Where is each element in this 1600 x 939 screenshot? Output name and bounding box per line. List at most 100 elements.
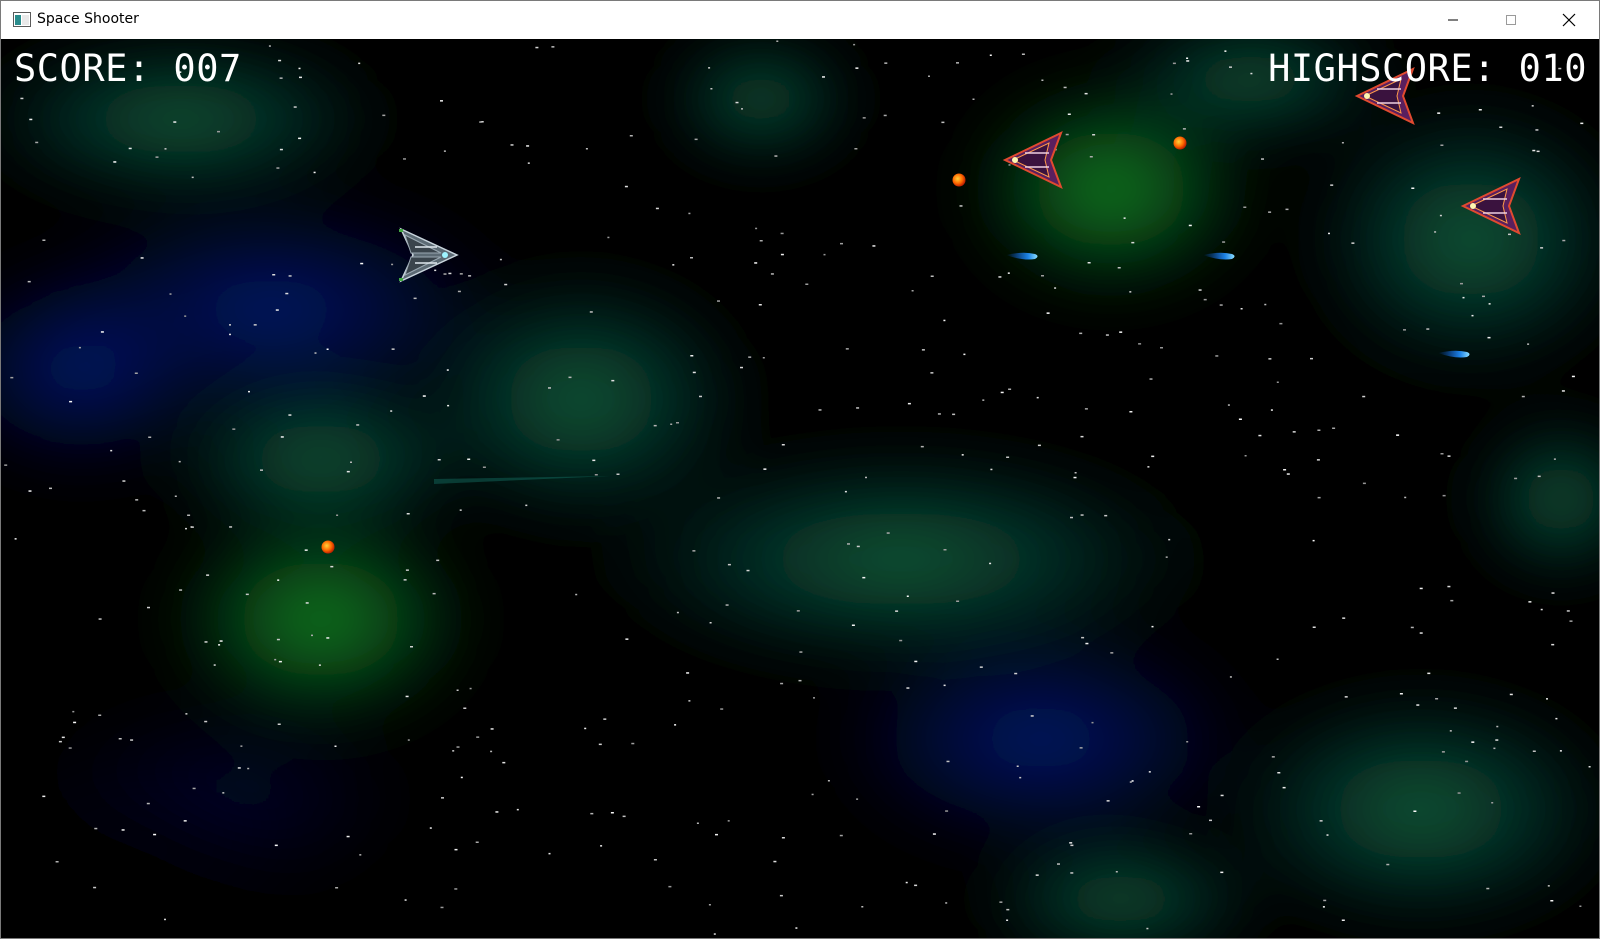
star	[1006, 908, 1010, 911]
star	[274, 658, 277, 661]
star	[1084, 92, 1088, 95]
star	[118, 738, 122, 740]
star	[899, 639, 903, 642]
star	[763, 468, 767, 470]
star	[1008, 388, 1012, 390]
star	[293, 106, 297, 108]
star	[1189, 833, 1193, 835]
star	[454, 888, 458, 890]
star	[670, 423, 673, 425]
star	[851, 624, 855, 626]
star	[20, 97, 24, 100]
star	[952, 413, 956, 416]
star	[590, 812, 594, 815]
star	[616, 473, 620, 475]
star	[672, 264, 675, 266]
star	[568, 376, 572, 379]
minimize-button[interactable]	[1424, 1, 1482, 39]
star	[448, 272, 452, 275]
star	[253, 324, 257, 326]
star	[1580, 122, 1584, 125]
star	[410, 646, 413, 648]
star	[1396, 434, 1400, 436]
star	[178, 460, 181, 463]
star	[1536, 150, 1540, 153]
star	[774, 155, 778, 157]
star	[1326, 834, 1329, 836]
star	[1149, 378, 1153, 380]
star	[1238, 418, 1242, 420]
star	[1080, 435, 1084, 438]
star	[713, 933, 716, 935]
star	[688, 700, 691, 702]
star	[1244, 455, 1247, 457]
star	[1528, 601, 1532, 603]
star	[440, 100, 443, 102]
star	[1447, 455, 1451, 457]
star	[1493, 747, 1496, 750]
star	[1085, 642, 1089, 645]
star	[813, 697, 815, 699]
game-window: Space Shooter SCORE: 007 HIGHSCORE: 010	[0, 0, 1600, 939]
star	[717, 300, 720, 302]
star	[855, 67, 859, 69]
star	[708, 904, 711, 906]
star	[1279, 322, 1283, 325]
star	[1465, 760, 1469, 763]
star	[260, 469, 263, 471]
star	[1551, 592, 1555, 594]
maximize-button[interactable]	[1482, 1, 1540, 39]
title-bar[interactable]: Space Shooter	[1, 1, 1599, 39]
star	[1057, 863, 1060, 865]
star	[1471, 314, 1474, 317]
star	[404, 899, 407, 901]
star	[1491, 802, 1494, 804]
star	[872, 245, 876, 247]
star	[932, 833, 936, 835]
star	[1569, 620, 1573, 622]
star	[1386, 863, 1390, 866]
star	[35, 141, 39, 144]
star	[1317, 429, 1321, 431]
star	[1019, 776, 1022, 779]
window-app-icon	[13, 12, 31, 27]
star	[655, 207, 659, 210]
star	[906, 595, 909, 597]
star	[779, 894, 783, 897]
star	[1323, 899, 1327, 902]
star	[185, 527, 187, 530]
star	[861, 906, 864, 908]
star	[1277, 772, 1281, 774]
star	[1535, 129, 1539, 131]
star	[459, 509, 462, 511]
star	[1227, 404, 1230, 406]
star	[1198, 289, 1202, 291]
star	[305, 602, 309, 604]
star	[204, 720, 208, 723]
star	[998, 276, 1002, 278]
close-button[interactable]	[1540, 1, 1598, 39]
star	[504, 283, 508, 286]
star	[674, 724, 677, 726]
star	[746, 569, 750, 572]
star	[314, 352, 317, 354]
star	[55, 861, 59, 863]
star	[1220, 794, 1224, 797]
star	[1224, 50, 1227, 52]
star	[459, 273, 463, 275]
star	[1521, 395, 1525, 398]
star	[447, 404, 450, 407]
star	[1203, 298, 1207, 301]
star	[1532, 149, 1536, 152]
star	[823, 253, 826, 256]
star	[98, 714, 102, 716]
star	[1106, 800, 1110, 802]
star	[222, 792, 225, 794]
star	[727, 563, 731, 566]
game-canvas[interactable]: SCORE: 007 HIGHSCORE: 010	[1, 39, 1599, 938]
star	[1129, 781, 1132, 783]
star	[1119, 331, 1123, 333]
star	[1404, 496, 1407, 499]
star	[61, 736, 65, 739]
star	[1440, 453, 1444, 455]
